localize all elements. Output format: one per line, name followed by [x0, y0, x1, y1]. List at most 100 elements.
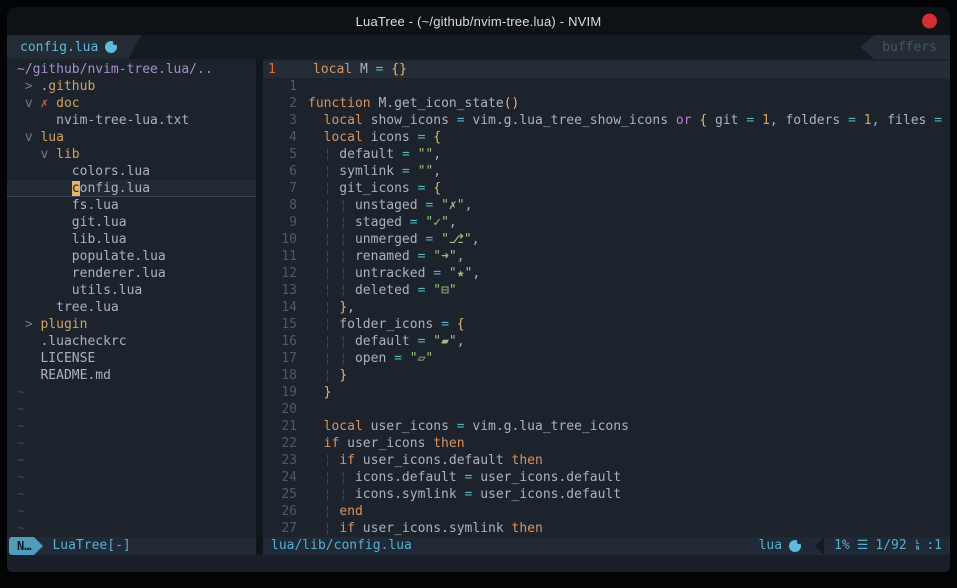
tree-item-lib.lua[interactable]: lib.lua — [7, 231, 256, 248]
code-line[interactable]: 23 ¦ if user_icons.default then — [263, 452, 950, 469]
chevron-left-icon — [815, 537, 824, 555]
token: ~ — [17, 470, 25, 485]
token — [17, 181, 72, 196]
tree-item-README.md[interactable]: README.md — [7, 367, 256, 384]
token: "▰" — [433, 334, 456, 349]
token: folder_icons — [331, 317, 441, 332]
token: doc — [56, 96, 79, 111]
code-line[interactable]: 1local M = {} — [263, 61, 950, 78]
window-title: LuaTree - (~/github/nvim-tree.lua) - NVI… — [356, 14, 602, 29]
lines-icon: ☰ — [857, 537, 869, 555]
code-line[interactable]: 6 ¦ symlink = "", — [263, 163, 950, 180]
code-line[interactable]: 8 ¦ ¦ unstaged = "✗", — [263, 197, 950, 214]
token: git — [707, 113, 746, 128]
code-line[interactable]: 3 local show_icons = vim.g.lua_tree_show… — [263, 112, 950, 129]
code-line[interactable]: 1 — [263, 78, 950, 95]
tree-item-.luacheckrc[interactable]: .luacheckrc — [7, 333, 256, 350]
tree-item-fs.lua[interactable]: fs.lua — [7, 197, 256, 214]
code-line[interactable]: 20 — [263, 401, 950, 418]
token: end — [339, 504, 362, 519]
tab-config-lua[interactable]: config.lua — [7, 35, 141, 59]
code-text: local icons = { — [308, 129, 950, 146]
code-line[interactable]: 2function M.get_icon_state() — [263, 95, 950, 112]
tree-item-plugin[interactable]: > plugin — [7, 316, 256, 333]
code-line[interactable]: 22 if user_icons then — [263, 435, 950, 452]
tree-item-colors.lua[interactable]: colors.lua — [7, 163, 256, 180]
code-line[interactable]: 19 } — [263, 384, 950, 401]
empty-line-tilde: ~ — [7, 401, 256, 418]
filetype-label: lua — [759, 537, 782, 555]
code-line[interactable]: 14 ¦ }, — [263, 299, 950, 316]
token: colors.lua — [72, 164, 150, 179]
tree-item-utils.lua[interactable]: utils.lua — [7, 282, 256, 299]
tree-item-doc[interactable]: v ✗ doc — [7, 95, 256, 112]
code-line[interactable]: 17 ¦ ¦ open = "▱" — [263, 350, 950, 367]
code-line[interactable]: 12 ¦ ¦ untracked = "★", — [263, 265, 950, 282]
token: = — [441, 317, 449, 332]
code-text: ¦ ¦ icons.symlink = user_icons.default — [308, 486, 950, 503]
token: "" — [418, 164, 434, 179]
tree-item-populate.lua[interactable]: populate.lua — [7, 248, 256, 265]
tree-root-path[interactable]: ~/github/nvim-tree.lua/.. — [7, 61, 256, 78]
token: , — [472, 232, 480, 247]
code-line[interactable]: 21 local user_icons = vim.g.lua_tree_ico… — [263, 418, 950, 435]
token — [17, 317, 25, 332]
code-line[interactable]: 27 ¦ if user_icons.symlink then — [263, 520, 950, 537]
token — [449, 317, 457, 332]
code-text: ¦ if user_icons.symlink then — [308, 520, 950, 537]
code-line[interactable]: 24 ¦ ¦ icons.default = user_icons.defaul… — [263, 469, 950, 486]
tree-item-lua[interactable]: v lua — [7, 129, 256, 146]
code-line[interactable]: 16 ¦ ¦ default = "▰", — [263, 333, 950, 350]
code-text: local user_icons = vim.g.lua_tree_icons — [308, 418, 950, 435]
token: git.lua — [72, 215, 127, 230]
tree-item-git.lua[interactable]: git.lua — [7, 214, 256, 231]
token: = — [402, 147, 410, 162]
code-line[interactable]: 9 ¦ ¦ staged = "✓", — [263, 214, 950, 231]
token: = — [402, 164, 410, 179]
token — [17, 96, 25, 111]
code-text: ¦ ¦ deleted = "⊟" — [308, 282, 950, 299]
code-text: ¦ end — [308, 503, 950, 520]
command-line[interactable] — [7, 555, 950, 572]
token — [308, 249, 324, 264]
token: if — [324, 436, 340, 451]
code-line[interactable]: 5 ¦ default = "", — [263, 146, 950, 163]
tree-item-nvim-tree-lua.txt[interactable]: nvim-tree-lua.txt — [7, 112, 256, 129]
code-line[interactable]: 4 local icons = { — [263, 129, 950, 146]
tree-item-.github[interactable]: > .github — [7, 78, 256, 95]
token — [308, 385, 324, 400]
token: } — [324, 385, 332, 400]
window-separator[interactable] — [256, 59, 263, 537]
token: "▱" — [410, 351, 433, 366]
code-text: ¦ ¦ icons.default = user_icons.default — [308, 469, 950, 486]
code-line[interactable]: 7 ¦ git_icons = { — [263, 180, 950, 197]
tree-item-renderer.lua[interactable]: renderer.lua — [7, 265, 256, 282]
tree-item-LICENSE[interactable]: LICENSE — [7, 350, 256, 367]
empty-line-tilde: ~ — [7, 486, 256, 503]
buffers-segment[interactable]: buffers — [860, 35, 950, 59]
tree-item-config.lua[interactable]: config.lua — [7, 180, 256, 197]
token: , — [457, 334, 465, 349]
close-button[interactable] — [922, 14, 937, 29]
token: , folders — [770, 113, 848, 128]
tree-item-lib[interactable]: v lib — [7, 146, 256, 163]
main-area: ~/github/nvim-tree.lua/.. > .github v ✗ … — [7, 59, 950, 537]
tree-item-tree.lua[interactable]: tree.lua — [7, 299, 256, 316]
token — [308, 181, 324, 196]
code-text: ¦ ¦ unmerged = "⎇", — [308, 231, 950, 248]
token — [17, 130, 25, 145]
code-line[interactable]: 10 ¦ ¦ unmerged = "⎇", — [263, 231, 950, 248]
line-number: 23 — [263, 452, 308, 469]
line-number: 21 — [263, 418, 308, 435]
code-line[interactable]: 18 ¦ } — [263, 367, 950, 384]
code-line[interactable]: 26 ¦ end — [263, 503, 950, 520]
token: ~ — [17, 419, 25, 434]
code-line[interactable]: 13 ¦ ¦ deleted = "⊟" — [263, 282, 950, 299]
code-line[interactable]: 25 ¦ ¦ icons.symlink = user_icons.defaul… — [263, 486, 950, 503]
token: .github — [40, 79, 95, 94]
token — [17, 215, 72, 230]
code-line[interactable]: 15 ¦ folder_icons = { — [263, 316, 950, 333]
code-line[interactable]: 11 ¦ ¦ renamed = "➜", — [263, 248, 950, 265]
code-text: ¦ ¦ untracked = "★", — [308, 265, 950, 282]
token: ~ — [17, 453, 25, 468]
